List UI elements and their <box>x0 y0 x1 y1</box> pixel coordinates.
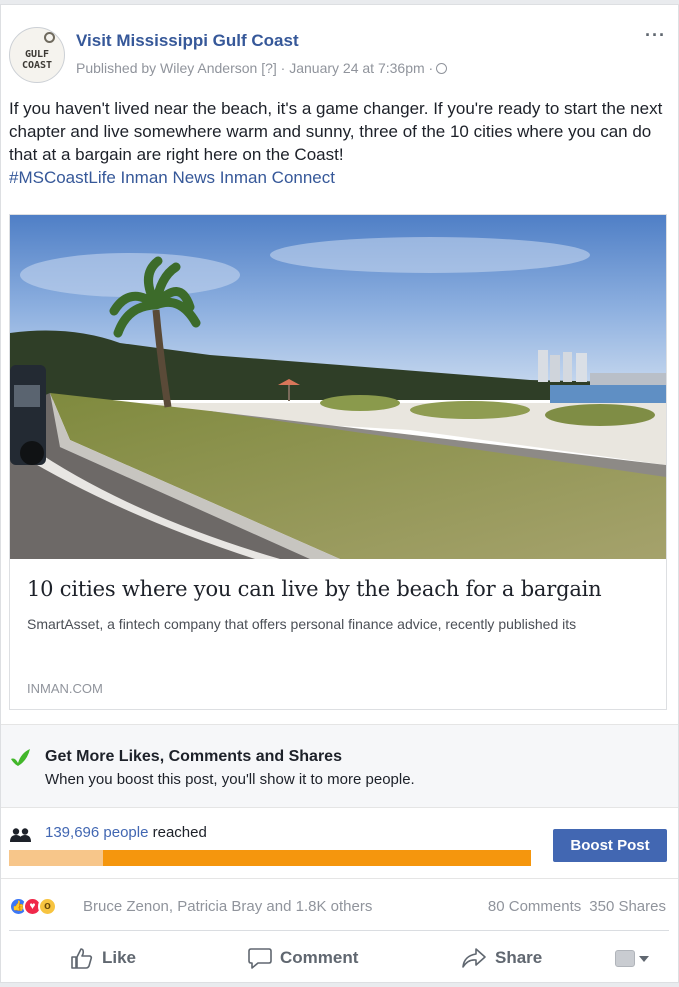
reach-progress-bar <box>9 850 531 866</box>
reach-count-link[interactable]: 139,696 people <box>45 824 148 841</box>
comment-label: Comment <box>280 948 359 967</box>
published-by-text[interactable]: Published by Wiley Anderson [?] · Januar… <box>76 60 433 76</box>
link-domain: INMAN.COM <box>27 681 103 696</box>
audience-selector[interactable] <box>615 950 649 967</box>
page-avatar[interactable]: GULF COAST <box>9 27 65 83</box>
reach-progress-fill <box>9 850 103 866</box>
like-button[interactable]: Like <box>70 943 136 973</box>
comments-count-link[interactable]: 80 Comments <box>488 898 581 915</box>
wow-reaction-icon: o <box>38 897 57 916</box>
boost-post-button[interactable]: Boost Post <box>553 829 667 862</box>
post-meta: Published by Wiley Anderson [?] · Januar… <box>76 60 448 76</box>
reach-suffix: reached <box>148 824 207 841</box>
divider <box>1 878 678 879</box>
link-preview[interactable]: 10 cities where you can live by the beac… <box>9 214 667 710</box>
post-body: If you haven't lived near the beach, it'… <box>9 99 663 164</box>
reaction-names-link[interactable]: Bruce Zenon, Patricia Bray and 1.8K othe… <box>83 898 372 915</box>
shares-count-link[interactable]: 350 Shares <box>589 898 666 915</box>
like-label: Like <box>102 948 137 967</box>
link-preview-image[interactable] <box>10 215 666 559</box>
post-card: GULF COAST Visit Mississippi Gulf Coast … <box>0 4 679 983</box>
people-icon <box>10 828 31 842</box>
avatar-logo-line1: GULF <box>24 49 50 60</box>
avatar-logo-circle <box>44 32 55 43</box>
link-description[interactable]: SmartAsset, a fintech company that offer… <box>27 613 647 635</box>
comment-button[interactable]: Comment <box>248 943 358 973</box>
engagement-counts: 80 Comments 350 Shares <box>480 898 666 915</box>
share-label: Share <box>495 948 543 967</box>
share-button[interactable]: Share <box>461 943 542 973</box>
boost-tip-body: When you boost this post, you'll show it… <box>45 771 415 788</box>
boost-tip-panel: Get More Likes, Comments and Shares When… <box>1 724 678 808</box>
share-icon <box>462 948 486 968</box>
action-bar: Like Comment Share <box>1 943 679 973</box>
link-title[interactable]: 10 cities where you can live by the beac… <box>27 577 602 601</box>
divider <box>9 930 669 931</box>
post-text: If you haven't lived near the beach, it'… <box>9 97 669 189</box>
comment-icon <box>248 948 272 969</box>
avatar-logo-line2: COAST <box>21 60 53 71</box>
globe-icon[interactable] <box>436 63 448 74</box>
page-name-link[interactable]: Visit Mississippi Gulf Coast <box>76 31 299 51</box>
leaf-icon <box>11 749 30 766</box>
reaction-icons[interactable]: 👍 ♥ o <box>9 897 79 917</box>
thumbs-up-icon <box>71 948 93 969</box>
beach-photo <box>10 215 666 559</box>
boost-tip-title: Get More Likes, Comments and Shares <box>45 748 342 765</box>
reach-text: 139,696 people reached <box>45 824 207 841</box>
more-options-icon[interactable]: ··· <box>645 25 666 46</box>
post-hashtags[interactable]: #MSCoastLife Inman News Inman Connect <box>9 168 335 187</box>
page-audience-icon <box>615 950 635 967</box>
chevron-down-icon <box>639 955 649 962</box>
